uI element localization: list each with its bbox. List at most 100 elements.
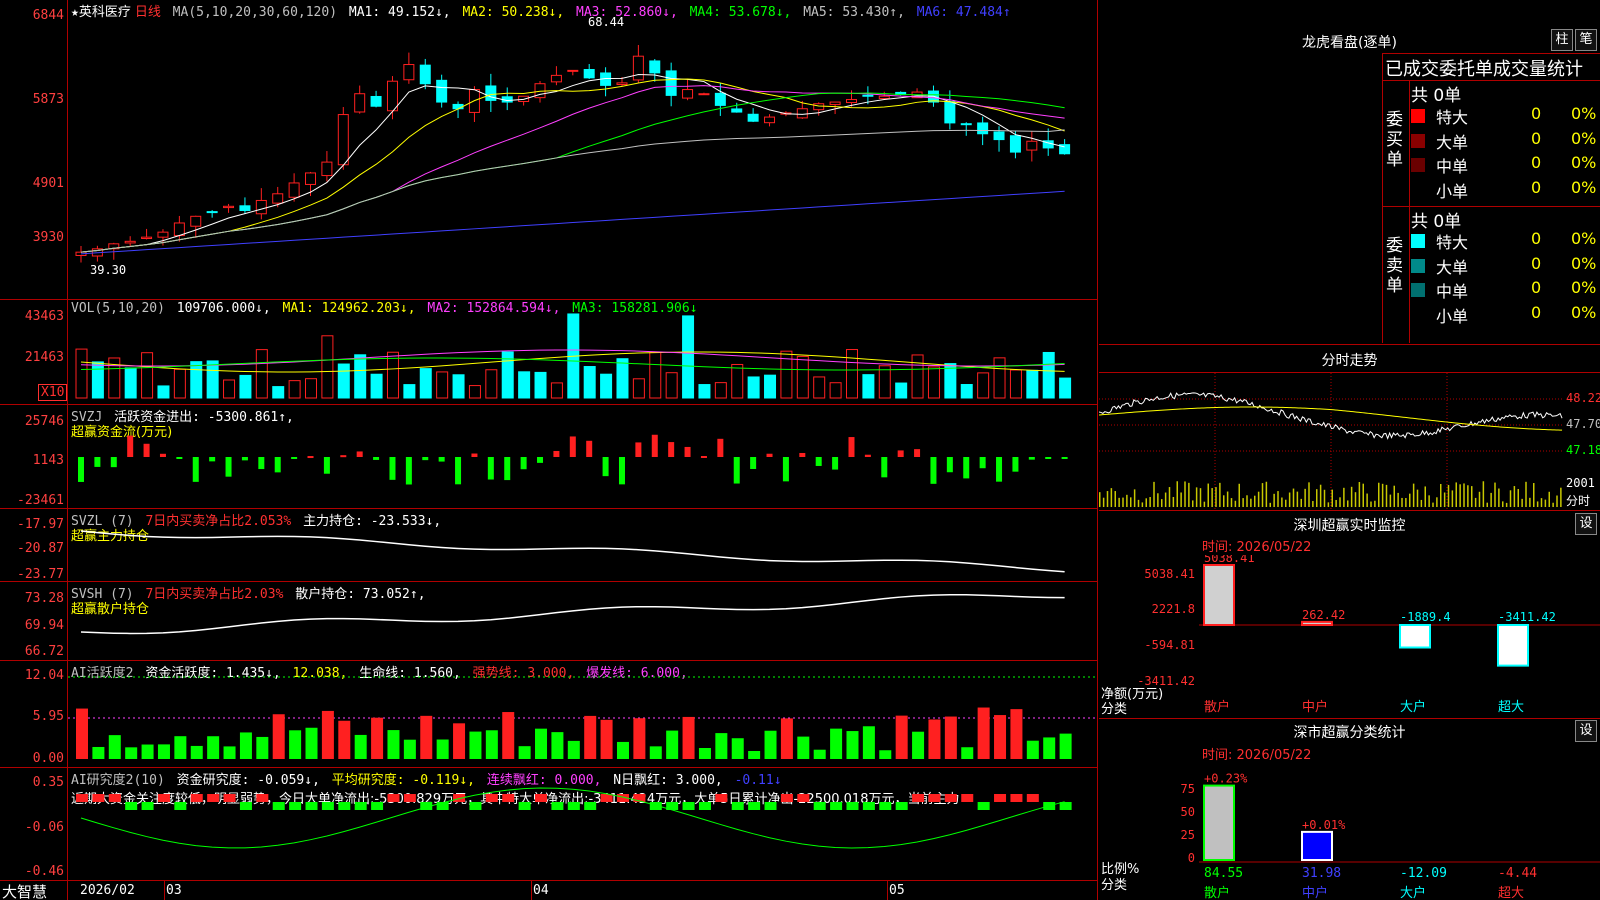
sz-monitor-settings-button[interactable]: 设: [1575, 513, 1597, 535]
candle-body: [649, 60, 661, 74]
volume-bar: [862, 374, 875, 399]
volume-bar: [829, 382, 842, 399]
research-bar: [518, 802, 531, 810]
volume-bar: [583, 366, 596, 399]
intraday-vol-bar: [1308, 482, 1310, 507]
activity-bar: [469, 731, 482, 759]
volume-bar: [239, 374, 252, 399]
activity-bar: [1010, 709, 1023, 759]
activity-bar: [502, 712, 515, 759]
ma-line: [80, 78, 1065, 253]
fund-flow-bar: [471, 453, 478, 457]
candle-body: [829, 101, 841, 106]
svzj-bars[interactable]: [68, 405, 1096, 508]
buy-side-label: 委买单: [1386, 110, 1403, 170]
research-bar: [272, 802, 285, 810]
sell-side-label: 委卖单: [1386, 236, 1403, 296]
ai-research-bars[interactable]: [68, 768, 1096, 880]
activity-bar: [1059, 733, 1072, 759]
intraday-vol-bar: [1436, 497, 1438, 507]
fund-flow-bar: [504, 457, 511, 481]
sz-monitor-chart[interactable]: 5038.41 散户 262.42 中户 -1889.4 大户 -3411.42 超大: [1199, 555, 1600, 715]
volume-bar: [518, 371, 531, 399]
vol-axis-2: 21463: [24, 350, 64, 365]
volume-bar: [993, 357, 1006, 399]
intraday-vol-bar: [1335, 499, 1337, 507]
order-color-swatch: [1411, 307, 1425, 322]
intraday-vol-bar: [1176, 481, 1178, 507]
volume-bar: [370, 373, 383, 399]
tick-mode-button[interactable]: 笔: [1575, 29, 1597, 51]
fund-flow-bar: [127, 435, 134, 457]
intraday-vol-bar: [1440, 483, 1442, 507]
ratio-category-label: 散户: [1204, 885, 1230, 900]
main-chart-area[interactable]: ★英科医疗 日线 MA(5,10,20,30,60,120) MA1: 49.15…: [0, 0, 1098, 900]
volume-bar: [1009, 369, 1022, 399]
fund-flow-bar: [897, 450, 904, 457]
candle-body: [714, 92, 726, 106]
order-color-swatch: [1411, 258, 1425, 273]
bar-category-label: 大户: [1400, 699, 1426, 715]
research-bar: [256, 794, 269, 802]
volume-bars[interactable]: [68, 300, 1096, 404]
class-bar: [1301, 620, 1333, 627]
intraday-vol-bar: [1254, 495, 1256, 507]
svzl-line[interactable]: [68, 509, 1096, 581]
ai-active-axis-1: 12.04: [24, 668, 64, 683]
activity-bar: [354, 734, 367, 759]
ai-active-bars[interactable]: [68, 661, 1096, 767]
sz-class-chart[interactable]: +0.23% 84.55 散户 +0.01% 31.98 中户 -12.09 大户 -4.44 超…: [1199, 760, 1600, 900]
intraday-vol-bar: [1257, 491, 1260, 507]
volume-bar: [977, 372, 990, 399]
order-count: 0: [1531, 153, 1542, 172]
activity-bar: [535, 728, 548, 759]
fund-flow-bar: [291, 457, 298, 459]
intraday-vol-bar: [1405, 498, 1407, 507]
activity-bar: [1043, 737, 1056, 759]
svsh-line[interactable]: [68, 582, 1096, 660]
fund-flow-bar: [979, 457, 986, 469]
intraday-vol-bar: [1424, 486, 1426, 507]
intraday-vol-bar: [1350, 486, 1353, 507]
intraday-vol-bar: [1226, 491, 1229, 507]
date-label-may: 05: [889, 883, 905, 898]
volume-bar: [550, 382, 563, 399]
fund-flow-bar: [487, 457, 494, 480]
intraday-vol-bar: [1509, 490, 1512, 507]
bar-mode-button[interactable]: 柱: [1551, 29, 1573, 51]
intraday-vol-bar: [1102, 497, 1105, 507]
research-bar: [912, 794, 925, 802]
candle-body: [796, 108, 808, 119]
price-axis-1: 6844: [32, 8, 64, 23]
intraday-vol-bar: [1471, 486, 1473, 507]
order-color-swatch: [1411, 109, 1425, 123]
intraday-chart[interactable]: [1099, 373, 1564, 509]
research-bar: [502, 794, 515, 802]
candle-body: [321, 161, 333, 177]
buy-total: 共 0单: [1411, 86, 1462, 106]
fund-flow-bar: [914, 449, 921, 457]
research-bar: [223, 794, 236, 802]
intraday-vol-bar: [1114, 491, 1116, 507]
svzl-axis-1: -17.97: [17, 517, 64, 532]
research-bar: [289, 802, 302, 810]
fund-flow-bar: [356, 451, 363, 457]
order-pct: 0%: [1571, 229, 1597, 248]
order-count: 0: [1531, 128, 1542, 148]
order-pct: 0%: [1571, 302, 1597, 322]
sz-monitor-title: 深圳超赢实时监控: [1293, 518, 1406, 534]
order-color-swatch: [1411, 234, 1425, 248]
sz-class-settings-button[interactable]: 设: [1575, 720, 1597, 742]
fund-flow-bar: [782, 457, 789, 482]
fund-flow-bar: [569, 436, 576, 457]
intraday-vol-axis-2: 分时: [1566, 494, 1591, 508]
activity-bar: [780, 718, 793, 759]
intraday-vol-bar: [1161, 499, 1163, 507]
research-bar: [862, 802, 875, 810]
price-candles[interactable]: 68.44 39.30: [68, 0, 1096, 298]
bar-value-label: 262.42: [1302, 608, 1345, 622]
intraday-vol-bar: [1323, 489, 1326, 507]
order-size-name: 特大: [1436, 108, 1469, 127]
intraday-vol-bar: [1401, 497, 1403, 507]
intraday-vol-bar: [1246, 495, 1248, 507]
